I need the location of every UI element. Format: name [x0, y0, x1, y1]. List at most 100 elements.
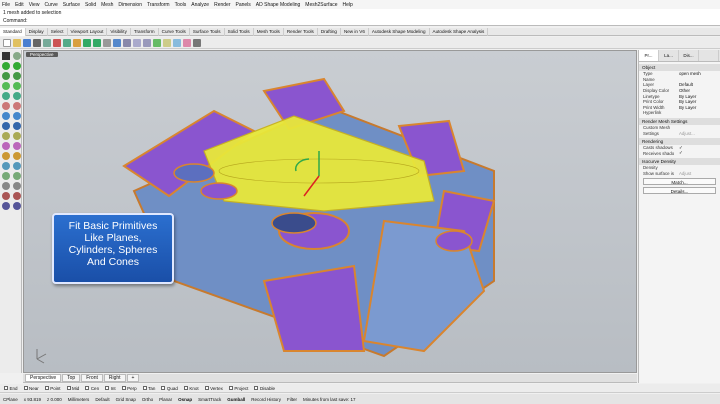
menu-help[interactable]: Help: [343, 2, 353, 8]
rotate-icon[interactable]: [2, 172, 10, 180]
tab-solid-tools[interactable]: Solid Tools: [225, 27, 254, 36]
box-icon[interactable]: [2, 112, 10, 120]
join-icon[interactable]: [2, 152, 10, 160]
polyline-icon[interactable]: [2, 62, 10, 70]
analyze-icon[interactable]: [2, 202, 10, 210]
polygon-icon[interactable]: [13, 82, 21, 90]
tab-extra[interactable]: [699, 50, 719, 61]
render-icon[interactable]: [173, 38, 181, 47]
menu-solid[interactable]: Solid: [85, 2, 96, 8]
viewport-title[interactable]: Perspective: [26, 52, 58, 57]
new-icon[interactable]: [3, 38, 11, 47]
cut-icon[interactable]: [53, 38, 61, 47]
redo-icon[interactable]: [93, 38, 101, 47]
sphere-icon[interactable]: [13, 112, 21, 120]
property-row[interactable]: Hyperlink: [639, 110, 720, 116]
render-tool-icon[interactable]: [13, 202, 21, 210]
osnap-near[interactable]: Near: [23, 386, 39, 391]
viewport-tab-top[interactable]: Top: [62, 374, 81, 382]
menu-dimension[interactable]: Dimension: [118, 2, 142, 8]
menu-mesh2surface[interactable]: Mesh2Surface: [305, 2, 337, 8]
zoom-extents-icon[interactable]: [143, 38, 151, 47]
save-icon[interactable]: [23, 38, 31, 47]
toggle-osnap[interactable]: Osnap: [178, 397, 192, 402]
menu-tools[interactable]: Tools: [175, 2, 187, 8]
menu-render[interactable]: Render: [214, 2, 230, 8]
layer-indicator[interactable]: Default: [95, 397, 109, 402]
property-row[interactable]: Receives shado ✓: [639, 150, 720, 157]
menu-curve[interactable]: Curve: [44, 2, 57, 8]
menu-surface[interactable]: Surface: [63, 2, 80, 8]
zoom-icon[interactable]: [123, 38, 131, 47]
rotate-view-icon[interactable]: [113, 38, 121, 47]
arc-icon[interactable]: [13, 72, 21, 80]
command-prompt[interactable]: Command:: [0, 18, 720, 26]
osnap-project[interactable]: Project: [228, 386, 248, 391]
tab-layers[interactable]: La...: [659, 50, 679, 61]
tab-mesh-tools[interactable]: Mesh Tools: [254, 27, 284, 36]
material-icon[interactable]: [183, 38, 191, 47]
match-button[interactable]: Match...: [643, 178, 716, 186]
isocurve-section-header[interactable]: Isocurve Density: [639, 158, 720, 166]
undo-icon[interactable]: [83, 38, 91, 47]
tab-transform[interactable]: Transform: [131, 27, 159, 36]
tab-properties[interactable]: Pr...: [639, 50, 659, 61]
menu-analyze[interactable]: Analyze: [191, 2, 209, 8]
paste-icon[interactable]: [73, 38, 81, 47]
split-icon[interactable]: [13, 142, 21, 150]
toggle-smarttrack[interactable]: SmartTrack: [198, 397, 221, 402]
boolean-icon[interactable]: [13, 122, 21, 130]
rectangle-icon[interactable]: [2, 82, 10, 90]
tab-display-panel[interactable]: Dis...: [679, 50, 699, 61]
cylinder-icon[interactable]: [2, 122, 10, 130]
toggle-planar[interactable]: Planar: [159, 397, 172, 402]
toggle-gumball[interactable]: Gumball: [227, 397, 245, 402]
mesh-icon[interactable]: [2, 132, 10, 140]
ellipse-icon[interactable]: [2, 92, 10, 100]
osnap-tan[interactable]: Tan: [142, 386, 155, 391]
tab-standard[interactable]: Standard: [0, 27, 26, 36]
toggle-record-history[interactable]: Record History: [251, 397, 281, 402]
property-row[interactable]: Show surface is Adjust: [639, 171, 720, 177]
pan-icon[interactable]: [103, 38, 111, 47]
extrude-icon[interactable]: [13, 102, 21, 110]
menu-panels[interactable]: Panels: [236, 2, 251, 8]
viewport-tab-right[interactable]: Right: [103, 374, 126, 382]
tab-surface-tools[interactable]: Surface Tools: [190, 27, 225, 36]
curve-icon[interactable]: [13, 62, 21, 70]
tab-display[interactable]: Display: [26, 27, 48, 36]
dimension-icon[interactable]: [2, 192, 10, 200]
add-viewport-tab-button[interactable]: +: [126, 374, 140, 382]
trim-icon[interactable]: [2, 142, 10, 150]
tab-autodesk-shape-modeling[interactable]: Autodesk Shape Modeling: [369, 27, 430, 36]
osnap-vertex[interactable]: Vertex: [204, 386, 223, 391]
menu-view[interactable]: View: [29, 2, 40, 8]
osnap-end[interactable]: End: [4, 386, 18, 391]
osnap-quad[interactable]: Quad: [161, 386, 178, 391]
toggle-filter[interactable]: Filter: [287, 397, 297, 402]
osnap-knot[interactable]: Knot: [183, 386, 199, 391]
tab-curve-tools[interactable]: Curve Tools: [159, 27, 190, 36]
tab-visibility[interactable]: Visibility: [107, 27, 131, 36]
viewport-tab-front[interactable]: Front: [81, 374, 103, 382]
perspective-viewport[interactable]: Perspective: [23, 50, 637, 373]
tab-viewport-layout[interactable]: Viewport Layout: [68, 27, 108, 36]
copy-icon[interactable]: [63, 38, 71, 47]
tab-select[interactable]: Select: [48, 27, 68, 36]
select-arrow-icon[interactable]: [2, 52, 10, 60]
osnap-disable[interactable]: Disable: [254, 386, 275, 391]
menu-file[interactable]: File: [2, 2, 10, 8]
menu-transform[interactable]: Transform: [147, 2, 170, 8]
toggle-ortho[interactable]: Ortho: [142, 397, 153, 402]
import-icon[interactable]: [43, 38, 51, 47]
tab-autodesk-shape-analysis[interactable]: Autodesk Shape Analysis: [430, 27, 489, 36]
osnap-cen[interactable]: Cen: [85, 386, 99, 391]
array-icon[interactable]: [2, 182, 10, 190]
object-section-header[interactable]: Object: [639, 64, 720, 71]
menu-ad-shape-modeling[interactable]: AD Shape Modeling: [256, 2, 300, 8]
text-icon[interactable]: [13, 192, 21, 200]
mirror-icon[interactable]: [13, 182, 21, 190]
freeform-icon[interactable]: [13, 92, 21, 100]
fillet-icon[interactable]: [13, 132, 21, 140]
surface-icon[interactable]: [2, 102, 10, 110]
